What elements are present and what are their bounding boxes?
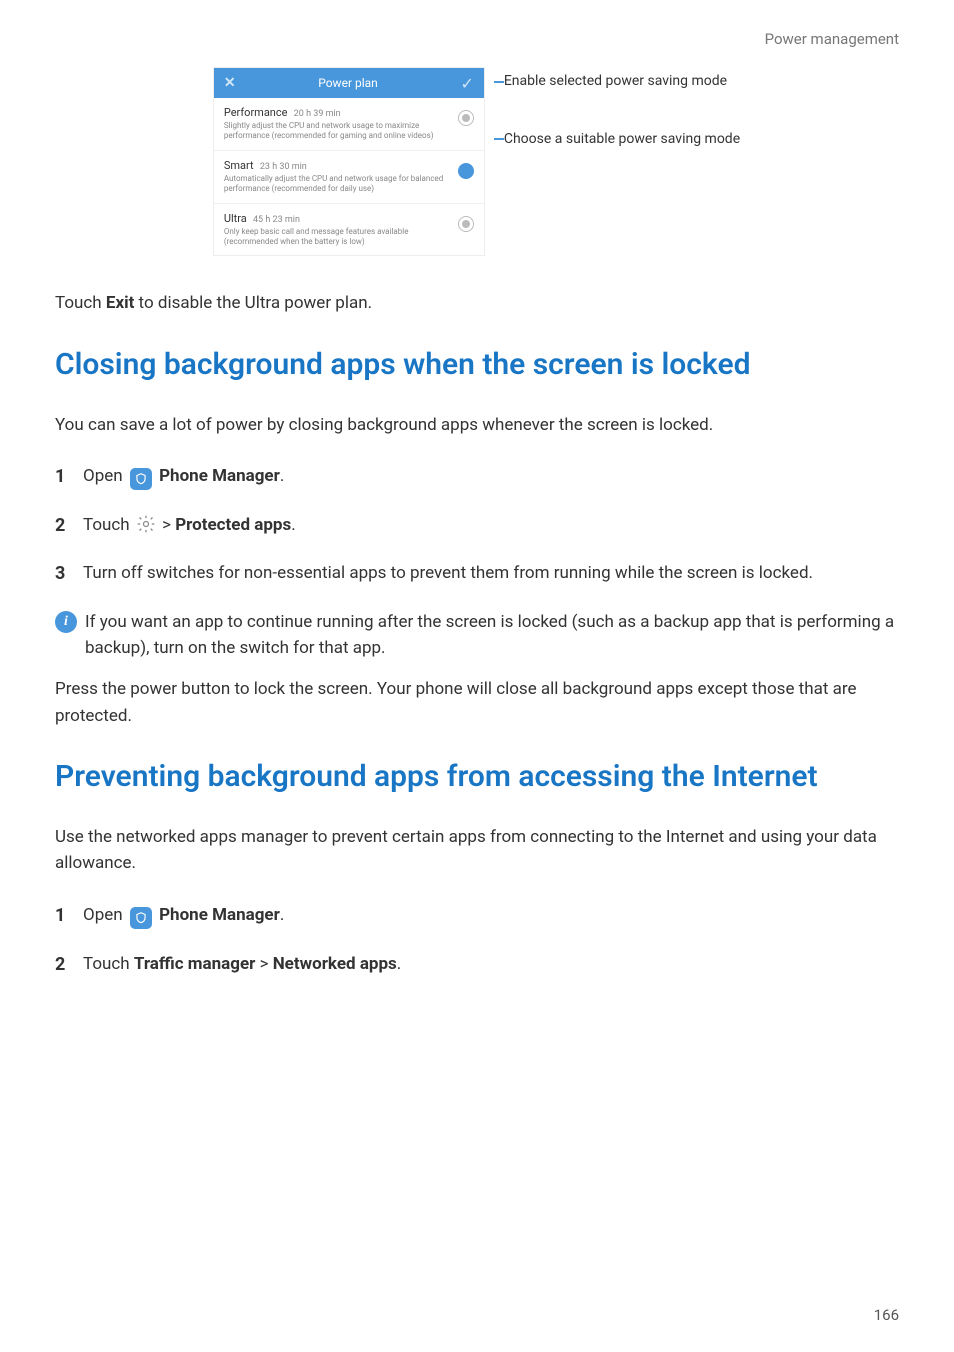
confirm-icon[interactable]: ✓ [460,74,473,93]
section2-steps: Open Phone Manager. Touch Traffic manage… [55,902,899,977]
step-traffic-manager: Touch Traffic manager > Networked apps. [55,951,899,977]
text: Open [83,905,127,925]
text: Touch [83,954,134,974]
text: to disable the Ultra power plan. [134,293,372,313]
phone-manager-label: Phone Manager [159,466,280,486]
phone-manager-label: Phone Manager [159,905,280,925]
radio-icon[interactable] [458,216,474,232]
phone-panel-title: Power plan [236,76,461,90]
text: Open [83,466,127,486]
step-open-phone-manager-2: Open Phone Manager. [55,902,899,929]
callout-connector [494,81,504,83]
gear-icon [136,514,156,534]
text: > [162,515,175,535]
option-name: Smart [224,159,254,172]
page-number: 166 [874,1306,899,1324]
callout-choose: Choose a suitable power saving mode [504,130,740,150]
radio-icon[interactable] [458,110,474,126]
power-plan-illustration: ✕ Power plan ✓ Performance 20 h 39 min S… [55,68,899,255]
exit-label: Exit [106,293,134,313]
tip-text: If you want an app to continue running a… [85,609,899,662]
phone-panel: ✕ Power plan ✓ Performance 20 h 39 min S… [214,68,484,255]
traffic-manager-label: Traffic manager [134,954,255,974]
info-icon: i [55,611,77,633]
option-name: Performance [224,106,288,119]
option-desc: Slightly adjust the CPU and network usag… [224,121,448,142]
header-section-label: Power management [55,30,899,48]
option-time: 20 h 39 min [294,109,341,119]
close-icon[interactable]: ✕ [224,75,236,91]
text: . [291,515,295,535]
networked-apps-label: Networked apps [273,954,397,974]
exit-instruction: Touch Exit to disable the Ultra power pl… [55,290,899,316]
section1-after: Press the power button to lock the scree… [55,676,899,729]
callout-connector [494,138,504,140]
power-option-ultra[interactable]: Ultra 45 h 23 min Only keep basic call a… [214,204,484,256]
text: Touch [55,293,106,313]
section2-intro: Use the networked apps manager to preven… [55,824,899,877]
option-time: 23 h 30 min [260,162,307,172]
option-time: 45 h 23 min [253,215,300,225]
tip-note: i If you want an app to continue running… [55,609,899,662]
text: > [255,954,272,974]
text: Touch [83,515,134,535]
phone-manager-icon [130,907,152,929]
phone-panel-header: ✕ Power plan ✓ [214,68,484,98]
text: . [397,954,401,974]
step-turn-off-switches: Turn off switches for non-essential apps… [55,560,899,586]
section-title-closing-apps: Closing background apps when the screen … [55,342,899,387]
text: . [280,905,284,925]
radio-icon-selected[interactable] [458,163,474,179]
callout-enable: Enable selected power saving mode [504,72,727,92]
step-protected-apps: Touch > Protected apps. [55,512,899,538]
power-option-smart[interactable]: Smart 23 h 30 min Automatically adjust t… [214,151,484,204]
section-title-network-apps: Preventing background apps from accessin… [55,754,899,799]
section1-intro: You can save a lot of power by closing b… [55,412,899,438]
protected-apps-label: Protected apps [175,515,291,535]
section1-steps: Open Phone Manager. Touch > Protected ap… [55,463,899,587]
step-open-phone-manager: Open Phone Manager. [55,463,899,490]
option-desc: Automatically adjust the CPU and network… [224,174,448,195]
option-name: Ultra [224,212,247,225]
text: . [280,466,284,486]
phone-manager-icon [130,468,152,490]
option-desc: Only keep basic call and message feature… [224,227,448,248]
power-option-performance[interactable]: Performance 20 h 39 min Slightly adjust … [214,98,484,151]
